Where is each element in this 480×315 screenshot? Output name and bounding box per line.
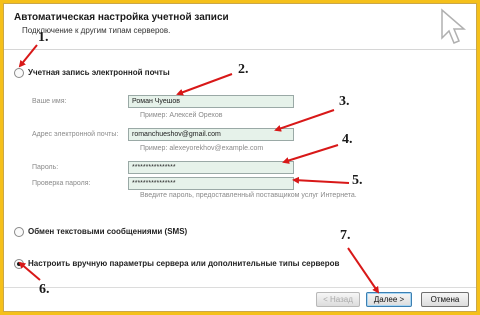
annotation-3: 3. xyxy=(339,94,350,109)
email-hint: Пример: alexeyorekhov@example.com xyxy=(140,145,264,152)
mouse-cursor-icon xyxy=(441,8,467,44)
manual-setup-option-label[interactable]: Настроить вручную параметры сервера или … xyxy=(28,259,339,268)
footer-divider xyxy=(4,287,476,288)
account-setup-dialog: Автоматическая настройка учетной записи … xyxy=(3,3,477,312)
confirm-password-field[interactable]: **************** xyxy=(128,177,294,190)
name-field[interactable]: Роман Чуешов xyxy=(128,95,294,108)
annotation-4: 4. xyxy=(342,132,353,147)
name-hint: Пример: Алексей Орехов xyxy=(140,112,223,119)
password-hint: Введите пароль, предоставленный поставщи… xyxy=(140,192,357,199)
annotation-1: 1. xyxy=(38,30,49,45)
sms-radio[interactable] xyxy=(14,227,24,237)
manual-setup-radio[interactable] xyxy=(14,259,24,269)
dialog-title: Автоматическая настройка учетной записи xyxy=(14,12,229,23)
name-label: Ваше имя: xyxy=(32,98,67,105)
dialog-header: Автоматическая настройка учетной записи … xyxy=(4,4,476,50)
back-button[interactable]: < Назад xyxy=(316,292,360,307)
email-field[interactable]: romanchueshov@gmail.com xyxy=(128,128,294,141)
sms-option-label[interactable]: Обмен текстовыми сообщениями (SMS) xyxy=(28,227,187,236)
password-field[interactable]: **************** xyxy=(128,161,294,174)
annotation-2: 2. xyxy=(238,62,249,77)
cancel-button[interactable]: Отмена xyxy=(421,292,469,307)
annotation-6: 6. xyxy=(39,282,50,297)
email-account-option-label[interactable]: Учетная запись электронной почты xyxy=(28,68,170,77)
password-label: Пароль: xyxy=(32,164,59,171)
annotation-5: 5. xyxy=(352,173,363,188)
next-button[interactable]: Далее > xyxy=(366,292,412,307)
email-account-radio[interactable] xyxy=(14,68,24,78)
email-label: Адрес электронной почты: xyxy=(32,131,119,138)
annotation-7: 7. xyxy=(340,228,351,243)
confirm-password-label: Проверка пароля: xyxy=(32,180,91,187)
